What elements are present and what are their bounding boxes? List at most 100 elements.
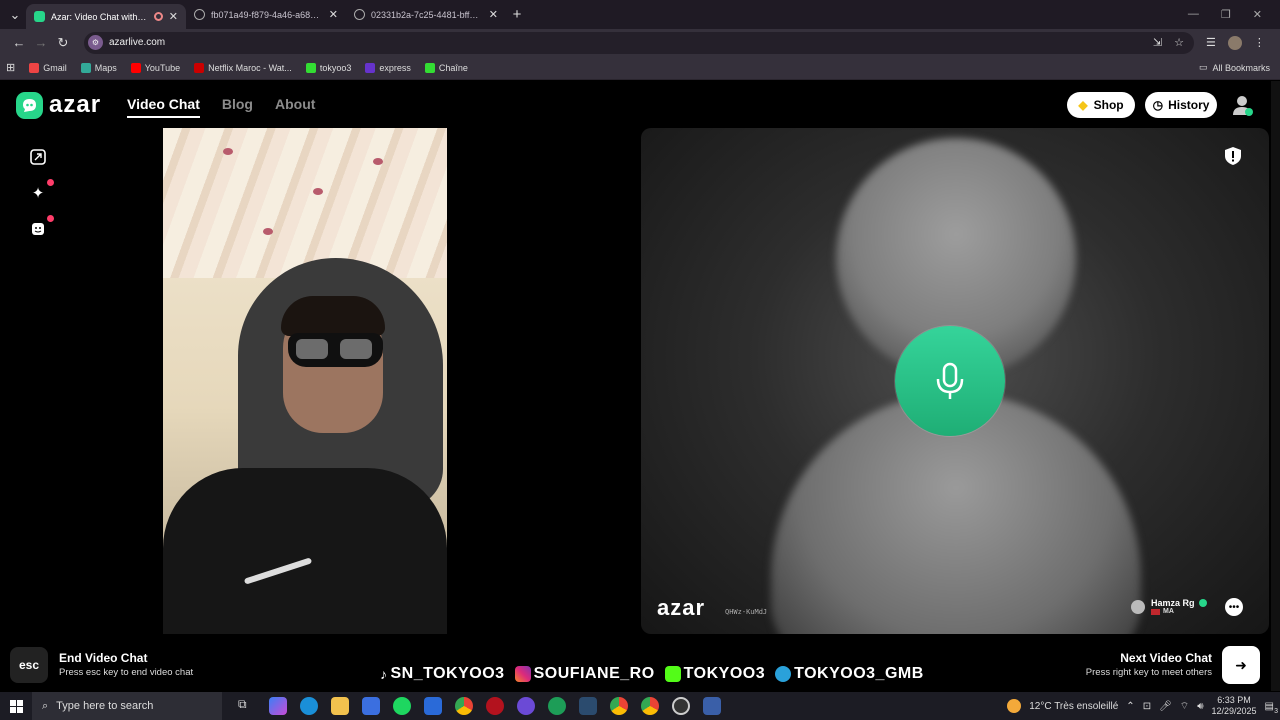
gmail-icon bbox=[29, 62, 40, 73]
tab-2[interactable]: fb071a49-f879-4a46-a688-a78 ✕ bbox=[186, 0, 346, 29]
swap-camera-icon[interactable] bbox=[28, 147, 48, 167]
chevron-up-icon[interactable]: ⌃ bbox=[1126, 701, 1134, 712]
bookmark-youtube[interactable]: YouTube bbox=[130, 62, 181, 73]
edge-icon[interactable] bbox=[300, 697, 318, 715]
scrollbar[interactable] bbox=[1271, 81, 1280, 691]
nav-about[interactable]: About bbox=[275, 96, 315, 118]
chrome-icon[interactable] bbox=[641, 697, 659, 715]
azar-page: azar Video Chat Blog About ◆ Shop ◷ Hist… bbox=[0, 81, 1280, 691]
chrome-icon[interactable] bbox=[610, 697, 628, 715]
profile-avatar[interactable] bbox=[1227, 35, 1242, 50]
bookmark-label: YouTube bbox=[144, 62, 181, 73]
app-icon[interactable] bbox=[703, 697, 721, 715]
sticker-icon[interactable] bbox=[28, 215, 54, 239]
chat-bubble-icon[interactable]: ••• bbox=[1225, 598, 1243, 616]
network-icon[interactable]: ⊡ bbox=[1143, 701, 1151, 712]
obs-icon[interactable] bbox=[672, 697, 690, 715]
bookmark-label: Maps bbox=[94, 62, 117, 73]
install-app-icon[interactable]: ⇲ bbox=[1153, 36, 1162, 49]
end-chat-subtitle: Press esc key to end video chat bbox=[59, 667, 194, 678]
partner-video-panel: azar QHWz-KuMdJ Hamza Rg MA ••• bbox=[641, 128, 1269, 634]
globe-icon bbox=[354, 9, 365, 20]
instagram-handle: SOUFIANE_RO bbox=[514, 665, 655, 683]
weather-text[interactable]: 12°C Très ensoleillé bbox=[1029, 701, 1118, 712]
nav-blog[interactable]: Blog bbox=[222, 96, 253, 118]
app-icon[interactable] bbox=[486, 697, 504, 715]
reload-icon[interactable]: ↻ bbox=[52, 35, 74, 51]
bookmark-express[interactable]: express bbox=[365, 62, 411, 73]
apps-icon[interactable]: ⊞ bbox=[6, 61, 15, 74]
next-button[interactable]: ➜ bbox=[1222, 646, 1260, 684]
volume-icon[interactable]: 🔊︎ bbox=[1197, 701, 1203, 712]
tab-3[interactable]: 02331b2a-7c25-4481-bff2-b43 ✕ bbox=[346, 0, 506, 29]
profile-icon[interactable] bbox=[1230, 93, 1254, 117]
notification-dot bbox=[47, 215, 54, 222]
menu-icon[interactable]: ⋮ bbox=[1254, 36, 1265, 49]
tab-search-icon[interactable]: ⌄ bbox=[4, 7, 26, 23]
bottom-bar: esc End Video Chat Press esc key to end … bbox=[0, 641, 1280, 691]
report-shield-icon[interactable] bbox=[1224, 146, 1242, 166]
tab-search-icon[interactable]: ☰ bbox=[1206, 36, 1216, 49]
peer-country: MA bbox=[1163, 608, 1174, 615]
mail-icon[interactable] bbox=[424, 697, 442, 715]
app-icon[interactable] bbox=[517, 697, 535, 715]
file-explorer-icon[interactable] bbox=[331, 697, 349, 715]
close-tab-icon[interactable]: ✕ bbox=[329, 8, 338, 21]
azar-favicon-icon bbox=[34, 11, 45, 22]
flower-pattern bbox=[313, 188, 323, 195]
notification-icon[interactable]: ▤ 3 bbox=[1265, 701, 1278, 715]
notification-count: 3 bbox=[1274, 707, 1278, 715]
peer-name: Hamza Rg bbox=[1151, 598, 1195, 608]
bookmark-chaine[interactable]: Chaîne bbox=[424, 62, 468, 73]
close-tab-icon[interactable]: ✕ bbox=[169, 10, 178, 23]
tab-azar[interactable]: Azar: Video Chat with New ✕ bbox=[26, 4, 186, 29]
taskbar-search[interactable]: ⌕ Type here to search bbox=[32, 692, 222, 720]
copilot-icon[interactable] bbox=[269, 697, 287, 715]
bookmark-star-icon[interactable]: ☆ bbox=[1174, 36, 1184, 49]
clock[interactable]: 6:33 PM 12/29/2025 bbox=[1212, 695, 1257, 717]
folder-icon: ▭ bbox=[1198, 62, 1208, 72]
back-icon[interactable]: ← bbox=[8, 35, 30, 50]
start-button[interactable] bbox=[0, 692, 32, 720]
watermark-id: QHWz-KuMdJ bbox=[725, 608, 768, 616]
site-info-icon[interactable]: ⚙ bbox=[88, 35, 103, 50]
azar-logo-icon bbox=[16, 91, 43, 119]
effects-sparkle-icon[interactable]: ✦ bbox=[28, 179, 54, 203]
microphone-tray-icon[interactable]: 🎤︎ bbox=[1159, 701, 1172, 712]
forward-icon[interactable]: → bbox=[30, 35, 52, 50]
url-text: azarlive.com bbox=[109, 37, 166, 48]
all-bookmarks-label: All Bookmarks bbox=[1212, 62, 1270, 73]
social-handle: TOKYOO3_GMB bbox=[794, 665, 924, 682]
browser-tab-strip: ⌄ Azar: Video Chat with New ✕ fb071a49-f… bbox=[0, 0, 1280, 29]
recording-icon bbox=[153, 12, 163, 21]
new-tab-button[interactable]: + bbox=[506, 6, 528, 23]
all-bookmarks[interactable]: ▭ All Bookmarks bbox=[1199, 62, 1280, 73]
bookmark-tokyoo3[interactable]: tokyoo3 bbox=[305, 62, 351, 73]
address-bar[interactable]: ⚙ azarlive.com ⇲ ☆ bbox=[84, 31, 1194, 54]
task-view-icon[interactable]: ⧉ bbox=[238, 697, 256, 715]
peer-avatar bbox=[1131, 599, 1145, 614]
bookmark-netflix[interactable]: Netflix Maroc - Wat... bbox=[194, 62, 292, 73]
history-button[interactable]: ◷ History bbox=[1145, 92, 1217, 118]
maximize-icon[interactable]: ❐ bbox=[1221, 8, 1231, 21]
instagram-icon bbox=[514, 666, 531, 682]
esc-button[interactable]: esc bbox=[10, 647, 48, 683]
wifi-icon[interactable]: ⌔ bbox=[1180, 700, 1189, 713]
close-window-icon[interactable]: ✕ bbox=[1253, 8, 1262, 21]
utorrent-icon[interactable] bbox=[548, 697, 566, 715]
microphone-button[interactable] bbox=[895, 326, 1005, 436]
kick-icon bbox=[424, 62, 435, 73]
spotify-icon[interactable] bbox=[393, 697, 411, 715]
shop-button[interactable]: ◆ Shop bbox=[1067, 92, 1135, 118]
peer-info[interactable]: Hamza Rg MA bbox=[1131, 598, 1207, 615]
minimize-icon[interactable]: — bbox=[1188, 8, 1199, 21]
chrome-icon[interactable] bbox=[455, 697, 473, 715]
bookmark-gmail[interactable]: Gmail bbox=[29, 62, 67, 73]
store-icon[interactable] bbox=[362, 697, 380, 715]
close-tab-icon[interactable]: ✕ bbox=[489, 8, 498, 21]
nav-video-chat[interactable]: Video Chat bbox=[127, 96, 200, 118]
azar-logo[interactable]: azar bbox=[16, 91, 101, 119]
bookmark-maps[interactable]: Maps bbox=[80, 62, 117, 73]
steam-icon[interactable] bbox=[579, 697, 597, 715]
gem-icon: ◆ bbox=[1078, 98, 1088, 112]
